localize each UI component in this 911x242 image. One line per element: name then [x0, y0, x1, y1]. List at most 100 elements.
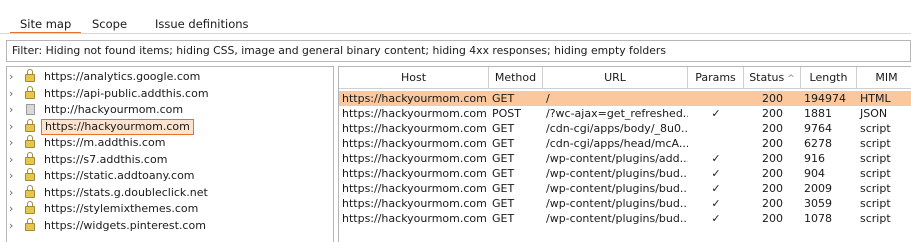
- site-map-host-item[interactable]: › https://stats.g.doubleclick.net: [7, 184, 333, 201]
- cell-mime: script: [860, 167, 891, 180]
- cell-mime: JSON: [860, 107, 888, 120]
- table-row[interactable]: https://hackyourmom.com GET/wp-content/pl…: [339, 211, 911, 226]
- cell-method: GET: [492, 182, 515, 195]
- cell-length: 1881: [804, 107, 832, 120]
- cell-params: ✓: [711, 197, 721, 210]
- site-map-host-label: https://api-public.addthis.com: [44, 86, 209, 100]
- site-map-host-item[interactable]: › https://api-public.addthis.com: [7, 85, 333, 102]
- site-map-host-item[interactable]: › https://analytics.google.com: [7, 69, 333, 85]
- site-map-host-item[interactable]: › https://s7.addthis.com: [7, 151, 333, 168]
- cell-url: /wp-content/plugins/bud...: [546, 167, 688, 180]
- site-map-host-label: https://analytics.google.com: [44, 70, 201, 83]
- requests-table[interactable]: Host Method URL Params Status ^ Length MI…: [338, 66, 911, 242]
- cell-length: 916: [804, 152, 825, 165]
- column-header-status-label: Status: [749, 71, 785, 84]
- site-map-host-item[interactable]: › https://widgets.pinterest.com: [7, 217, 333, 234]
- cell-params: ✓: [711, 107, 721, 120]
- cell-status: 200: [762, 92, 783, 105]
- site-map-host-label: http://hackyourmom.com: [44, 103, 184, 116]
- site-map-host-item[interactable]: › https://static.addtoany.com: [7, 168, 333, 184]
- cell-status: 200: [762, 167, 783, 180]
- cell-params: [688, 121, 744, 136]
- cell-host: https://hackyourmom.com: [342, 107, 487, 120]
- table-row[interactable]: https://hackyourmom.com GET/wp-content/pl…: [339, 181, 911, 196]
- site-map-host-label: https://stylemixthemes.com: [44, 202, 199, 215]
- cell-host: https://hackyourmom.com: [342, 137, 487, 150]
- cell-method: GET: [492, 197, 515, 210]
- cell-method: GET: [492, 212, 515, 225]
- site-map-host-item[interactable]: › http://hackyourmom.com: [7, 102, 333, 118]
- site-map-host-label: https://stats.g.doubleclick.net: [44, 185, 208, 199]
- column-header-mime[interactable]: MIM: [857, 67, 911, 89]
- cell-params: ✓: [711, 212, 721, 225]
- site-map-host-item[interactable]: › https://hackyourmom.com: [7, 118, 333, 135]
- site-map-host-label: https://m.addthis.com: [44, 136, 166, 149]
- column-header-length[interactable]: Length: [801, 67, 857, 89]
- cell-length: 2009: [804, 182, 832, 195]
- cell-host: https://hackyourmom.com: [342, 152, 487, 165]
- cell-url: /wp-content/plugins/bud...: [546, 212, 688, 225]
- cell-length: 194974: [804, 92, 846, 105]
- cell-length: 9764: [804, 122, 832, 135]
- site-map-host-label: https://static.addtoany.com: [44, 169, 195, 182]
- chevron-right-icon[interactable]: ›: [9, 152, 19, 168]
- lock-icon: [25, 135, 35, 148]
- column-header-method[interactable]: Method: [489, 67, 543, 89]
- page-icon: [26, 104, 35, 115]
- lock-icon: [25, 201, 35, 214]
- chevron-right-icon[interactable]: ›: [9, 69, 19, 85]
- cell-host: https://hackyourmom.com: [342, 167, 487, 180]
- cell-host: https://hackyourmom.com: [342, 122, 487, 135]
- chevron-right-icon[interactable]: ›: [9, 119, 19, 135]
- cell-mime: HTML: [860, 92, 891, 105]
- table-header: Host Method URL Params Status ^ Length MI…: [339, 67, 911, 89]
- cell-mime: script: [860, 152, 891, 165]
- column-header-params[interactable]: Params: [688, 67, 744, 89]
- tab-scope[interactable]: Scope: [82, 14, 137, 34]
- tab-divider: [0, 33, 911, 34]
- chevron-right-icon[interactable]: ›: [9, 218, 19, 234]
- filter-bar[interactable]: Filter: Hiding not found items; hiding C…: [6, 40, 911, 62]
- cell-method: GET: [492, 152, 515, 165]
- chevron-right-icon[interactable]: ›: [9, 135, 19, 151]
- chevron-right-icon[interactable]: ›: [9, 168, 19, 184]
- tab-site-map[interactable]: Site map: [10, 14, 82, 34]
- cell-method: GET: [492, 137, 515, 150]
- cell-length: 6278: [804, 137, 832, 150]
- site-map-host-label: https://widgets.pinterest.com: [44, 218, 206, 232]
- tab-issue-definitions[interactable]: Issue definitions: [145, 14, 259, 34]
- column-header-host[interactable]: Host: [339, 67, 489, 89]
- cell-url: /wp-content/plugins/bud...: [546, 182, 688, 195]
- site-map-host-label: https://s7.addthis.com: [44, 152, 168, 166]
- chevron-right-icon[interactable]: ›: [9, 185, 19, 201]
- cell-params: [688, 91, 744, 106]
- cell-params: ✓: [711, 167, 721, 180]
- chevron-right-icon[interactable]: ›: [9, 201, 19, 217]
- table-row[interactable]: https://hackyourmom.com GET/wp-content/pl…: [339, 196, 911, 211]
- site-map-host-item[interactable]: › https://m.addthis.com: [7, 135, 333, 151]
- chevron-right-icon[interactable]: ›: [9, 86, 19, 102]
- cell-method: POST: [492, 107, 521, 120]
- cell-url: /cdn-cgi/apps/head/mcA...: [546, 137, 688, 150]
- lock-icon: [25, 151, 35, 165]
- cell-status: 200: [762, 137, 783, 150]
- site-map-tree[interactable]: › https://analytics.google.com › https://ap…: [6, 66, 334, 242]
- table-row[interactable]: https://hackyourmom.com POST /?wc-ajax=get…: [339, 106, 911, 121]
- site-map-host-item[interactable]: › https://stylemixthemes.com: [7, 201, 333, 217]
- lock-icon: [25, 184, 35, 198]
- column-header-status[interactable]: Status ^: [744, 67, 801, 89]
- table-row[interactable]: https://hackyourmom.com GET/wp-content/pl…: [339, 166, 911, 181]
- cell-params: ✓: [711, 182, 721, 195]
- cell-method: GET: [492, 167, 515, 180]
- cell-params: ✓: [711, 152, 721, 165]
- table-row[interactable]: https://hackyourmom.com GET / 200 194974 HTML: [339, 91, 911, 106]
- cell-url: /wp-content/plugins/bud...: [546, 197, 688, 210]
- table-row[interactable]: https://hackyourmom.com GET/wp-content/pl…: [339, 151, 911, 166]
- chevron-right-icon[interactable]: ›: [9, 102, 19, 118]
- tab-bar: Site map Scope Issue definitions: [0, 0, 911, 34]
- cell-length: 1078: [804, 212, 832, 225]
- table-row[interactable]: https://hackyourmom.com GET/cdn-cgi/apps/…: [339, 121, 911, 136]
- table-row[interactable]: https://hackyourmom.com GET/cdn-cgi/apps/…: [339, 136, 911, 151]
- site-map-host-label: https://hackyourmom.com: [41, 118, 194, 135]
- column-header-url[interactable]: URL: [543, 67, 688, 89]
